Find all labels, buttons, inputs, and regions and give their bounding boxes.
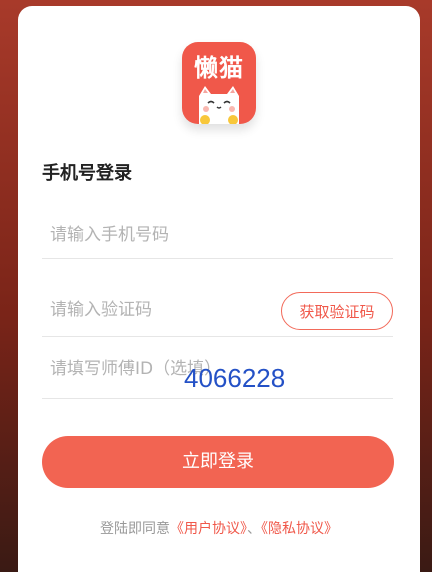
login-button[interactable]: 立即登录 [42, 436, 394, 488]
app-logo: 懒猫 [182, 42, 256, 124]
overlay-number: 4066228 [184, 363, 286, 393]
code-field: 获取验证码 [42, 289, 393, 337]
app-logo-text: 懒猫 [194, 54, 244, 82]
page-title: 手机号登录 [42, 163, 132, 184]
agreement-text: 登陆即同意《用户协议》、《隐私协议》 [18, 518, 420, 538]
cat-mascot-icon [199, 86, 239, 124]
phone-input[interactable] [42, 214, 280, 256]
login-card: 懒猫 手机号登录 获取验证码 立即登录 登陆即同意《用户协议》、《隐私协议》 [18, 6, 420, 572]
verification-code-input[interactable] [42, 289, 280, 331]
agreement-separator: 、 [247, 521, 261, 537]
agreement-prefix: 登陆即同意 [100, 521, 170, 537]
get-code-button[interactable]: 获取验证码 [281, 292, 393, 330]
privacy-agreement-link[interactable]: 《隐私协议》 [261, 521, 338, 537]
phone-field [42, 214, 393, 259]
user-agreement-link[interactable]: 《用户协议》 [170, 521, 247, 537]
